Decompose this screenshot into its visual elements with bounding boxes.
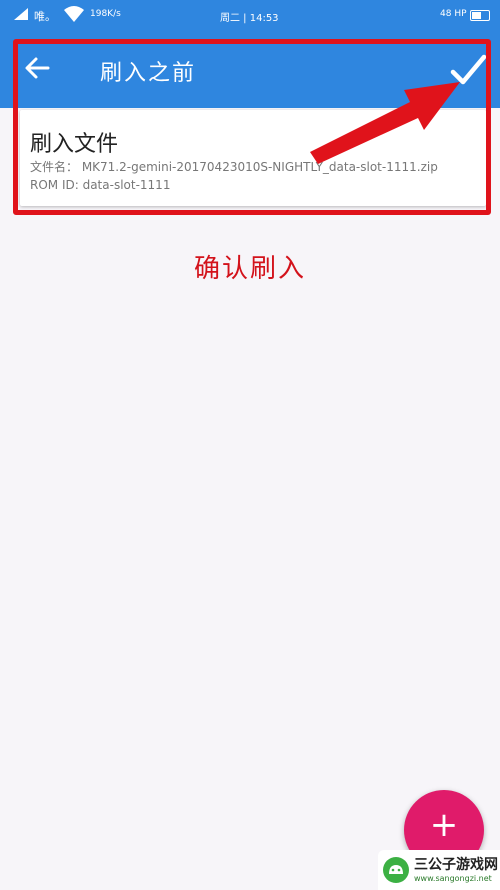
status-time: 周二 | 14:53 <box>220 13 279 24</box>
wifi-icon <box>64 6 84 25</box>
carrier-label: 唯。 <box>34 10 56 23</box>
battery-icon <box>470 10 490 21</box>
annotation-text: 确认刷入 <box>193 254 306 284</box>
watermark-url: www.sangongzi.net <box>414 874 492 883</box>
android-logo-icon <box>382 856 410 884</box>
plus-icon: + <box>429 805 459 845</box>
watermark: 三公子游戏网 www.sangongzi.net <box>378 850 500 890</box>
watermark-name: 三公子游戏网 <box>414 857 498 873</box>
status-bar: 唯。 198K/s 周二 | 14:53 48 HP <box>0 0 500 30</box>
network-speed: 198K/s <box>90 9 121 19</box>
battery-label: 48 HP <box>440 9 467 19</box>
signal-icon <box>14 8 28 23</box>
annotation-arrow <box>310 82 460 164</box>
